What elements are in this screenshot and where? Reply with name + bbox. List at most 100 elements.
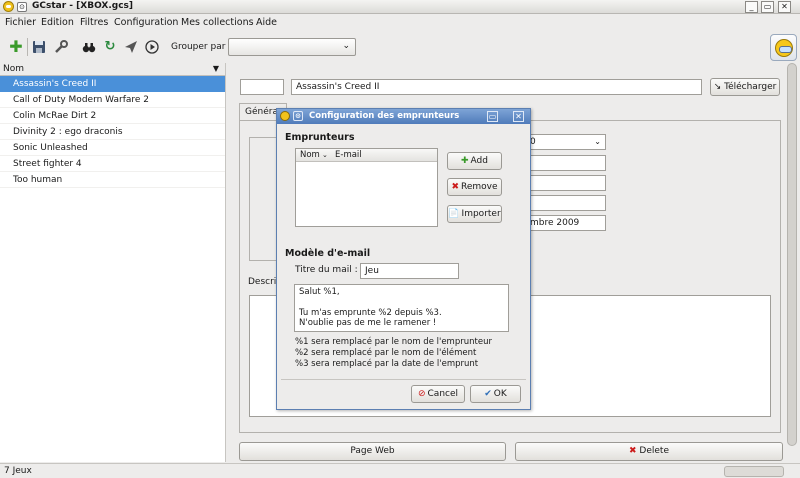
detail-field[interactable] [525,195,606,211]
toolbar-separator [27,38,28,56]
download-button-label: Télécharger [724,82,777,92]
item-count: 7 Jeux [4,466,32,476]
mail-body-line: Tu m'as emprunte %2 depuis %3. [299,307,442,318]
cancel-button[interactable]: ⊘ Cancel [411,385,465,403]
close-button[interactable]: ✕ [778,1,791,13]
dialog-maximize-button[interactable]: ▭ [487,111,498,122]
email-section-title: Modèle d'e-mail [285,248,371,259]
combo-field[interactable]: 0 ⌄ [525,134,606,150]
borrowers-section-title: Emprunteurs [285,132,355,143]
download-button[interactable]: ↘ Télécharger [710,78,780,96]
import-icon: 📄 [448,209,460,219]
item-list: Nom ▼ Assassin's Creed II Call of Duty M… [0,63,226,462]
list-item[interactable]: Colin McRae Dirt 2 [0,108,225,124]
gcstar-logo-icon [775,39,793,57]
rank-field[interactable] [240,79,284,95]
mail-body-line: Salut %1, [299,287,340,297]
borrowers-list-header: Nom ⌄ E-mail [296,149,437,162]
chevron-down-icon: ⌄ [594,137,601,146]
menu-edition[interactable]: Edition [41,17,74,28]
list-item[interactable]: Call of Duty Modern Warfare 2 [0,92,225,108]
window-titlebar: ⊙ GCstar - [XBOX.gcs] _ ▭ ✕ [0,0,800,14]
dialog-app-icon [280,111,290,121]
list-item[interactable]: Sonic Unleashed [0,140,225,156]
list-header[interactable]: Nom ▼ [0,63,225,76]
scrollbar-thumb[interactable] [787,63,797,446]
cover-frame [249,137,279,261]
mail-title-label: Titre du mail : [295,265,358,275]
mail-body-textarea[interactable]: Salut %1, Tu m'as emprunte %2 depuis %3.… [294,284,509,332]
ok-check-icon: ✔ [484,389,492,399]
remove-borrower-button[interactable]: ✖ Remove [447,178,502,196]
save-icon[interactable] [32,40,46,54]
window-title: GCstar - [XBOX.gcs] [32,1,134,11]
download-icon: ↘ [713,82,722,92]
date-field[interactable]: mbre 2009 [525,215,606,231]
chevron-down-icon: ⌄ [342,41,350,51]
list-header-label: Nom [3,64,25,74]
dialog-title: Configuration des emprunteurs [309,111,460,121]
cancel-icon: ⊘ [417,389,426,399]
binoculars-icon[interactable] [82,40,96,54]
column-email[interactable]: E-mail [335,150,362,160]
add-icon[interactable]: ✚ [9,39,23,55]
help-line: %1 sera remplacé par le nom de l'emprunt… [295,337,492,347]
gcstar-logo-button[interactable] [770,34,797,61]
cancel-button-label: Cancel [427,389,459,399]
refresh-icon[interactable]: ↻ [103,40,117,54]
menu-fichier[interactable]: Fichier [5,17,36,28]
mail-body-line [299,298,504,308]
list-item[interactable]: Street fighter 4 [0,156,225,172]
dialog-pin-icon[interactable]: ⊙ [293,111,303,121]
ok-button[interactable]: ✔ OK [470,385,521,403]
remove-button-label: Remove [461,182,498,192]
add-borrower-button[interactable]: ✚ Add [447,152,502,170]
send-icon[interactable] [124,40,138,54]
ok-button-label: OK [493,389,507,399]
web-page-button[interactable]: Page Web [239,442,506,461]
wrench-icon[interactable] [54,40,68,54]
delete-button[interactable]: ✖ Delete [515,442,783,461]
mail-body-line: N'oublie pas de me le ramener ! [299,318,437,328]
toolbar: ✚ ↻ Grouper par [0,32,800,62]
group-by-select[interactable]: ⌄ [228,38,356,56]
play-icon[interactable] [145,40,159,54]
add-button-label: Add [470,156,488,166]
app-icon [3,1,14,12]
menu-bar: Fichier Edition Filtres Configuration Me… [0,15,800,31]
sort-chevron-icon: ▼ [212,64,219,73]
status-bar: 7 Jeux [0,463,800,478]
menu-aide[interactable]: Aide [256,17,277,28]
progress-bar [724,466,784,477]
mail-title-input[interactable]: Jeu [360,263,459,279]
pin-icon[interactable]: ⊙ [17,2,27,12]
help-line: %2 sera remplacé par le nom de l'élément [295,348,477,358]
group-by-label: Grouper par [171,42,226,52]
borrowers-list[interactable]: Nom ⌄ E-mail [295,148,438,227]
list-item[interactable]: Divinity 2 : ego draconis [0,124,225,140]
list-item[interactable]: Assassin's Creed II [0,76,225,92]
menu-configuration[interactable]: Configuration [114,17,178,28]
help-line: %3 sera remplacé par la date de l'emprun… [295,359,479,369]
detail-field[interactable] [525,175,606,191]
delete-button-label: Delete [639,446,669,456]
menu-mes-collections[interactable]: Mes collections [181,17,254,28]
delete-icon: ✖ [629,446,637,456]
minimize-button[interactable]: _ [745,1,758,13]
dialog-close-button[interactable]: ✕ [513,111,524,122]
title-field[interactable]: Assassin's Creed II [291,79,702,95]
menu-filtres[interactable]: Filtres [80,17,108,28]
remove-icon: ✖ [451,182,459,192]
import-button-label: Importer [461,209,501,219]
list-item[interactable]: Too human [0,172,225,188]
detail-field[interactable] [525,155,606,171]
import-button[interactable]: 📄 Importer [447,205,502,223]
dialog-separator [281,379,526,380]
column-name[interactable]: Nom [300,150,320,160]
scrollbar[interactable] [786,63,798,446]
description-label: Descri [248,277,277,287]
maximize-button[interactable]: ▭ [761,1,774,13]
dialog-titlebar: ⊙ Configuration des emprunteurs ▭ ✕ [277,109,530,124]
add-icon: ✚ [461,156,469,166]
sort-chevron-icon: ⌄ [322,151,328,159]
